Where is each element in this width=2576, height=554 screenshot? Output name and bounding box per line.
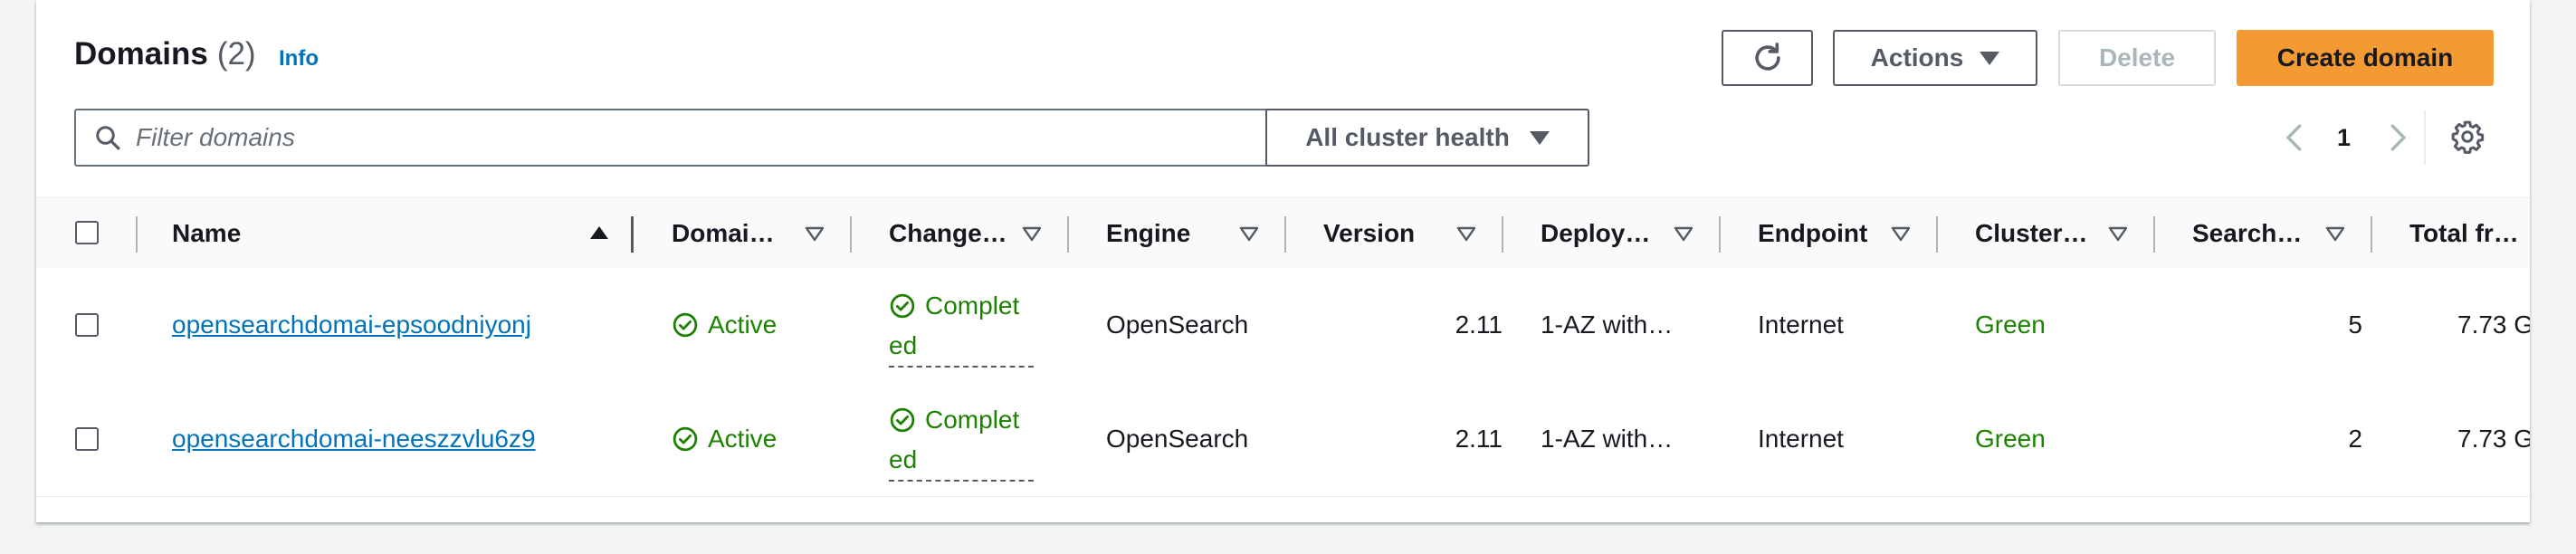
total-free-cell: 7.73 G (2457, 310, 2530, 339)
domain-status: Active (672, 310, 777, 339)
change-status-text: Complet (925, 406, 1020, 434)
column-separator (631, 216, 634, 253)
cluster-health-select[interactable]: All cluster health (1265, 109, 1589, 167)
sort-icon[interactable] (2324, 221, 2346, 246)
cluster-health-cell: Green (1975, 425, 2046, 453)
delete-label: Delete (2098, 43, 2176, 72)
sort-ascending-icon[interactable] (588, 221, 610, 246)
column-header-version[interactable]: Version (1323, 198, 1415, 269)
filter-box (74, 109, 1283, 167)
sort-icon[interactable] (804, 221, 825, 246)
actions-label: Actions (1870, 43, 1964, 72)
chevron-left-icon[interactable] (2281, 122, 2308, 153)
row-checkbox[interactable] (75, 313, 99, 337)
engine-cell: OpenSearch (1106, 310, 1249, 339)
column-separator (2371, 216, 2372, 253)
domain-count: (2) (216, 36, 256, 72)
change-status[interactable]: Complet ed (889, 400, 1034, 482)
column-header-engine[interactable]: Engine (1106, 198, 1190, 269)
sort-icon[interactable] (1890, 221, 1912, 246)
endpoint-cell: Internet (1758, 425, 1844, 453)
column-separator (1936, 216, 1938, 253)
change-status-text: Complet (925, 291, 1020, 320)
refresh-button[interactable] (1722, 30, 1813, 86)
domains-panel: Domains (2) Info Actions Delete Create do… (36, 0, 2530, 522)
table-row: opensearchdomai-neeszzvlu6z9 Active Comp… (36, 382, 2530, 497)
chevron-right-icon[interactable] (2384, 122, 2411, 153)
cluster-health-label: All cluster health (1305, 123, 1510, 151)
search-instances-cell: 5 (2348, 310, 2362, 339)
domain-name-link[interactable]: opensearchdomai-neeszzvlu6z9 (172, 425, 536, 454)
column-header-change-status[interactable]: Change… (889, 198, 1007, 269)
domain-status: Active (672, 425, 777, 454)
row-checkbox[interactable] (75, 427, 99, 451)
column-header-domain-status[interactable]: Domai… (672, 198, 775, 269)
deployment-cell: 1-AZ with… (1541, 310, 1674, 339)
sort-icon[interactable] (1455, 221, 1477, 246)
change-status-text-cont: ed (889, 326, 1034, 368)
page-title: Domains (2) (74, 36, 256, 72)
sort-icon[interactable] (1238, 221, 1260, 246)
column-header-name[interactable]: Name (172, 198, 241, 269)
domain-status-text: Active (708, 310, 778, 339)
refresh-icon (1754, 43, 1780, 71)
title-text: Domains (74, 36, 208, 72)
actions-button[interactable]: Actions (1833, 30, 2037, 86)
check-circle-icon (890, 407, 915, 433)
column-header-deployment[interactable]: Deploy… (1541, 198, 1650, 269)
page-number[interactable]: 1 (2337, 124, 2351, 152)
column-header-search-instances[interactable]: Search… (2192, 198, 2302, 269)
change-status[interactable]: Complet ed (889, 286, 1034, 368)
column-separator (1719, 216, 1721, 253)
info-link[interactable]: Info (279, 46, 319, 72)
settings-icon[interactable] (2450, 119, 2485, 154)
check-circle-icon (890, 293, 915, 319)
domain-name-link[interactable]: opensearchdomai-epsoodniyonj (172, 310, 531, 339)
version-cell: 2.11 (1455, 425, 1503, 453)
caret-down-icon (1980, 51, 2000, 65)
caret-down-icon (1529, 130, 1550, 145)
column-separator (1067, 216, 1069, 253)
sort-icon[interactable] (2107, 221, 2129, 246)
search-instances-cell: 2 (2348, 425, 2362, 453)
column-header-endpoint[interactable]: Endpoint (1758, 198, 1867, 269)
sort-icon[interactable] (1673, 221, 1694, 246)
filter-domains-input[interactable] (134, 111, 1278, 164)
divider (2424, 110, 2426, 165)
total-free-cell: 7.73 G (2457, 425, 2530, 453)
create-label: Create domain (2276, 43, 2454, 72)
column-header-total-free[interactable]: Total fr… (2409, 198, 2519, 269)
column-separator (850, 216, 852, 253)
column-separator (2153, 216, 2155, 253)
table-row: opensearchdomai-epsoodniyonj Active Comp… (36, 268, 2530, 383)
check-circle-icon (673, 426, 698, 452)
domain-status-text: Active (708, 425, 778, 453)
column-separator (1502, 216, 1503, 253)
change-status-text-cont: ed (889, 440, 1034, 482)
table-header: Name Domai… Change… Engine Version Deplo… (36, 197, 2530, 270)
create-domain-button[interactable]: Create domain (2237, 30, 2494, 86)
endpoint-cell: Internet (1758, 310, 1844, 339)
search-icon (94, 124, 121, 151)
version-cell: 2.11 (1455, 310, 1503, 339)
delete-button[interactable]: Delete (2058, 30, 2216, 86)
select-all-checkbox[interactable] (75, 221, 99, 244)
deployment-cell: 1-AZ with… (1541, 425, 1674, 453)
engine-cell: OpenSearch (1106, 425, 1249, 453)
column-separator (1284, 216, 1286, 253)
check-circle-icon (673, 312, 698, 338)
cluster-health-cell: Green (1975, 310, 2046, 339)
sort-icon[interactable] (1021, 221, 1043, 246)
column-separator (136, 216, 138, 253)
column-header-cluster-health[interactable]: Cluster… (1975, 198, 2087, 269)
